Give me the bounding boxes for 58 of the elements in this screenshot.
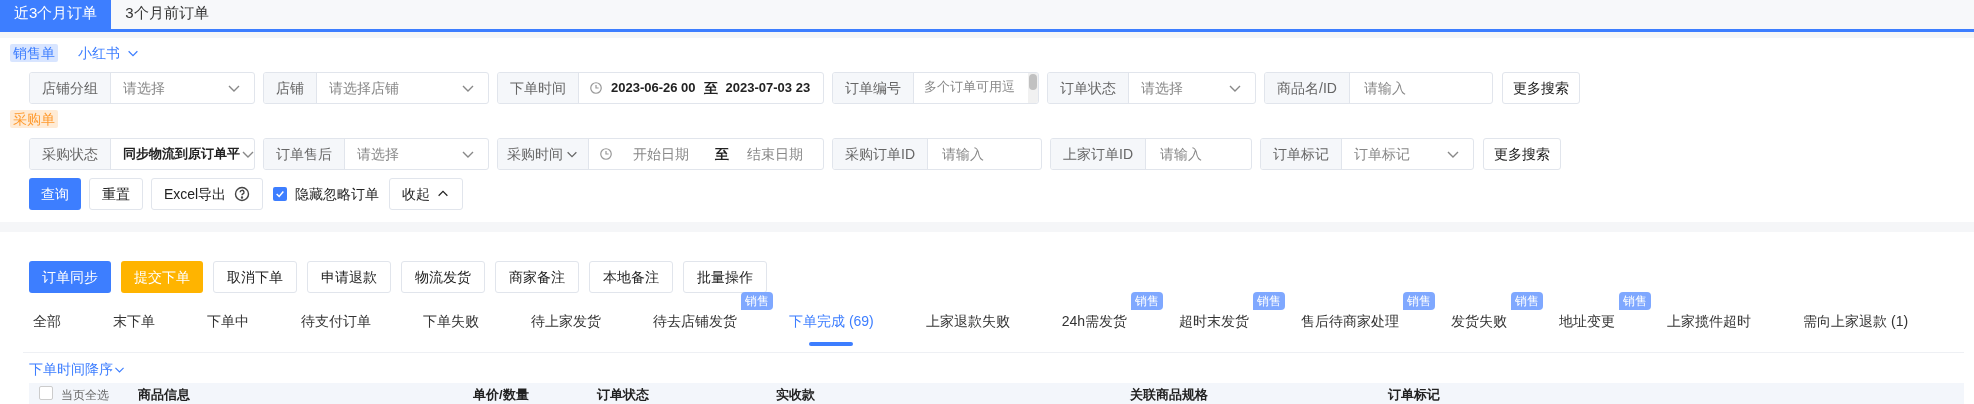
- status-tab[interactable]: 上家退款失败: [925, 306, 1010, 336]
- input-field[interactable]: 采购订单ID 请输入: [832, 138, 1042, 170]
- export-button[interactable]: Excel导出: [151, 178, 264, 210]
- action-button[interactable]: 批量操作: [683, 261, 767, 293]
- query-button[interactable]: 查询: [29, 178, 81, 210]
- status-tab[interactable]: 上家揽件超时: [1667, 306, 1752, 336]
- field-label: 商品名/ID: [1265, 73, 1350, 103]
- column-header: 实收款: [776, 386, 815, 404]
- status-tab[interactable]: 地址变更: [1559, 306, 1616, 336]
- reset-button[interactable]: 重置: [89, 178, 143, 210]
- input-field[interactable]: 上家订单ID 请输入: [1050, 138, 1252, 170]
- sort-select[interactable]: 下单时间降序: [29, 359, 126, 379]
- status-tab[interactable]: 超时末发货: [1179, 306, 1250, 336]
- action-button[interactable]: 本地备注: [589, 261, 673, 293]
- status-tab[interactable]: 售后待商家处理: [1301, 306, 1400, 336]
- tab-badge: 销售: [1131, 292, 1164, 310]
- more-search-button[interactable]: 更多搜索: [1483, 138, 1561, 170]
- tab[interactable]: 3个月前订单: [111, 0, 223, 29]
- tab[interactable]: 近3个月订单: [0, 0, 112, 29]
- input-field[interactable]: 请输入: [1349, 73, 1492, 103]
- status-tab[interactable]: 待支付订单: [301, 306, 371, 336]
- status-tab[interactable]: 待上家发货: [531, 306, 601, 336]
- platform-select[interactable]: 小红书: [78, 42, 140, 64]
- section-badge: 销售单: [10, 44, 58, 62]
- section-badge: 采购单: [10, 110, 58, 128]
- tab-badge: 销售: [1403, 292, 1436, 310]
- tab-badge: 销售: [1511, 292, 1544, 310]
- status-tab[interactable]: 待去店铺发货: [653, 306, 737, 336]
- status-tab[interactable]: 24h需发货: [1061, 306, 1128, 336]
- tab-badge: 销售: [741, 292, 773, 310]
- column-header: 订单标记: [1388, 386, 1440, 404]
- hide-ignored-checkbox[interactable]: 隐藏忽略订单: [273, 183, 380, 205]
- action-button[interactable]: 物流发货: [401, 261, 485, 293]
- column-header: 单价/数量: [473, 386, 529, 404]
- more-search-button[interactable]: 更多搜索: [1502, 72, 1580, 104]
- status-tab[interactable]: 下单完成 (69): [789, 306, 874, 336]
- collapse-button[interactable]: 收起: [389, 178, 464, 210]
- input-field[interactable]: 请输入: [1146, 139, 1251, 169]
- tab-badge: 销售: [1619, 292, 1652, 310]
- column-header: 商品信息: [138, 386, 190, 404]
- status-tab[interactable]: 发货失败: [1451, 306, 1508, 336]
- status-tab[interactable]: 末下单: [113, 306, 155, 336]
- field-label: 采购订单ID: [833, 139, 928, 169]
- input-field[interactable]: 商品名/ID 请输入: [1264, 72, 1493, 104]
- select-all-label: 当页全选: [61, 387, 109, 404]
- status-tab[interactable]: 全部: [33, 306, 61, 336]
- column-header: 订单状态: [597, 386, 649, 404]
- action-button[interactable]: 订单同步: [29, 261, 111, 293]
- status-tab[interactable]: 需向上家退款 (1): [1803, 306, 1909, 336]
- column-header: 关联商品规格: [1130, 386, 1208, 404]
- input-field[interactable]: 请输入: [928, 139, 1041, 169]
- action-button[interactable]: 取消下单: [213, 261, 297, 293]
- status-tab[interactable]: 下单中: [207, 306, 249, 336]
- action-button[interactable]: 申请退款: [307, 261, 391, 293]
- field-label: 上家订单ID: [1051, 139, 1146, 169]
- action-button[interactable]: 商家备注: [495, 261, 579, 293]
- status-tab[interactable]: 下单失败: [423, 306, 479, 336]
- tab-badge: 销售: [1253, 292, 1286, 310]
